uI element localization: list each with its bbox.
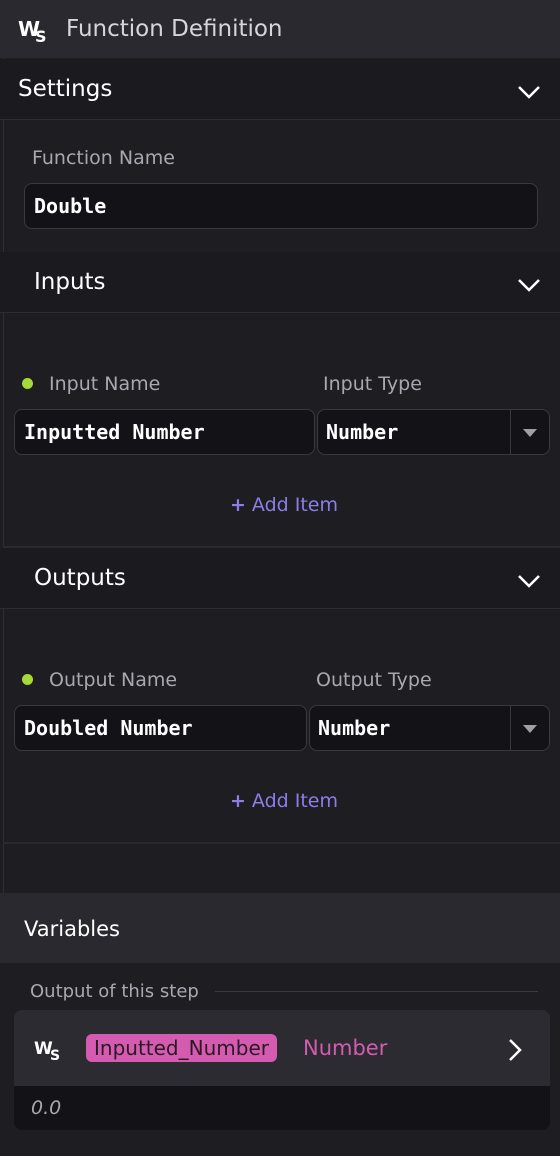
select-divider [510, 409, 511, 455]
input-name-field[interactable]: Inputted Number [14, 409, 315, 455]
select-divider [510, 705, 511, 751]
chevron-down-icon[interactable] [517, 85, 541, 99]
variable-name-pill[interactable]: Inputted_Number [86, 1034, 277, 1062]
chevron-right-icon[interactable] [508, 1038, 522, 1062]
settings-title: Settings [18, 76, 113, 102]
ws-logo-icon: W S [34, 1039, 60, 1062]
plus-icon: + [230, 790, 246, 812]
function-name-input[interactable]: Double [24, 183, 538, 229]
caret-down-icon[interactable] [523, 725, 537, 733]
add-item-label: Add Item [251, 494, 338, 516]
output-name-field[interactable]: Doubled Number [14, 705, 307, 751]
variable-card[interactable]: W S Inputted_Number Number [14, 1010, 550, 1086]
status-dot-icon [22, 674, 33, 685]
output-type-label: Output Type [316, 669, 432, 691]
add-output-item-button[interactable]: + Add Item [230, 789, 338, 813]
label-divider [215, 991, 538, 992]
variable-type: Number [303, 1036, 388, 1060]
add-input-item-button[interactable]: + Add Item [230, 493, 338, 517]
output-type-select[interactable]: Number [309, 705, 550, 751]
variable-value-box: 0.0 [14, 1086, 550, 1130]
svg-text:S: S [50, 1048, 60, 1062]
caret-down-icon[interactable] [523, 429, 537, 437]
input-type-select[interactable]: Number [317, 409, 550, 455]
function-name-label: Function Name [32, 147, 175, 169]
page-title: Function Definition [66, 16, 283, 42]
svg-text:S: S [35, 27, 47, 44]
plus-icon: + [230, 494, 246, 516]
variables-header: Variables [0, 893, 560, 963]
output-type-value: Number [318, 716, 391, 740]
inputs-title: Inputs [34, 269, 106, 295]
input-name-label: Input Name [49, 373, 161, 395]
input-type-label: Input Type [323, 373, 422, 395]
chevron-down-icon[interactable] [517, 574, 541, 588]
status-dot-icon [22, 378, 33, 389]
settings-section-header[interactable]: Settings [0, 59, 560, 120]
app-header: W S Function Definition [0, 0, 560, 58]
inputs-section-header[interactable]: Inputs [0, 252, 560, 313]
chevron-down-icon[interactable] [517, 278, 541, 292]
outputs-section-header[interactable]: Outputs [0, 548, 560, 609]
outputs-title: Outputs [34, 565, 126, 591]
output-name-label: Output Name [49, 669, 178, 691]
section-divider [3, 842, 560, 844]
input-type-value: Number [326, 420, 399, 444]
add-item-label: Add Item [251, 790, 338, 812]
variables-title: Variables [24, 917, 120, 941]
output-of-step-label: Output of this step [30, 981, 199, 1002]
variable-value: 0.0 [31, 1097, 62, 1119]
ws-logo-icon: W S [18, 17, 47, 44]
